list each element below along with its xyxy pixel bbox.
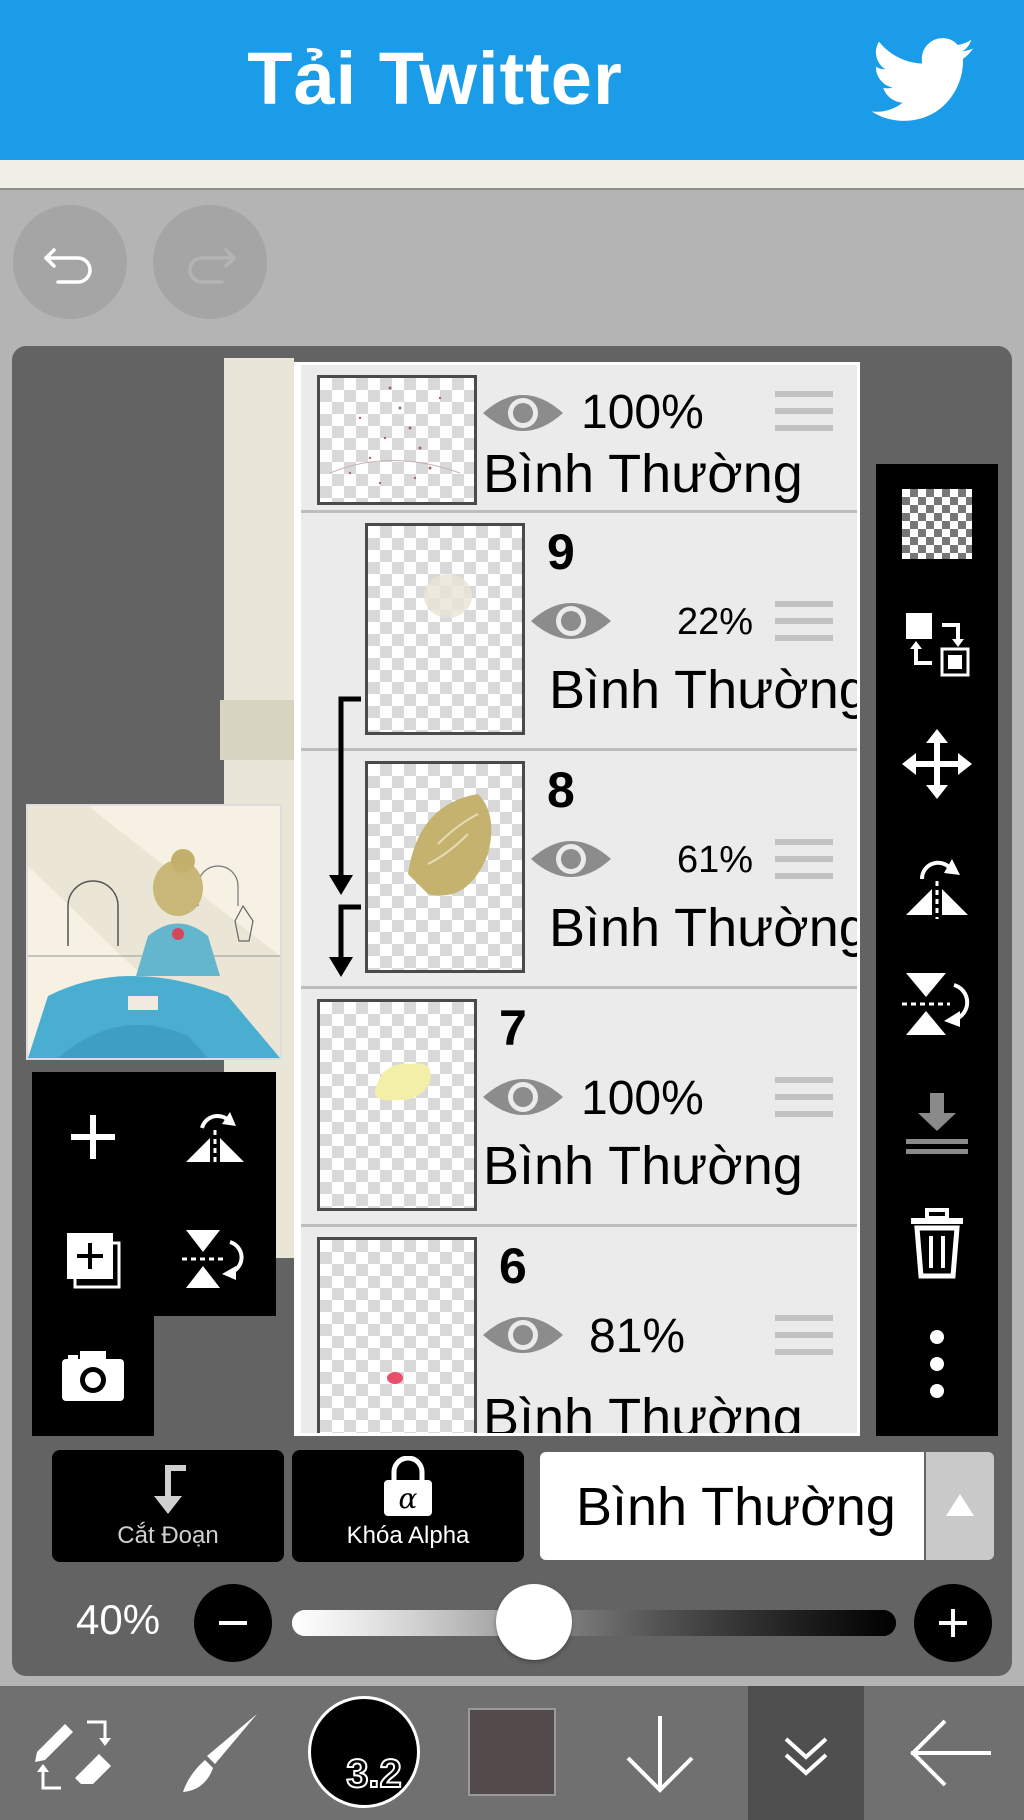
drag-handle-icon[interactable] bbox=[775, 391, 833, 435]
camera-icon[interactable] bbox=[48, 1330, 138, 1420]
layer-thumbnail[interactable] bbox=[317, 1237, 477, 1433]
collapse-panel-button[interactable] bbox=[748, 1686, 864, 1820]
transform-select-tool[interactable] bbox=[14, 1686, 134, 1820]
undo-icon bbox=[44, 248, 92, 284]
more-icon[interactable] bbox=[893, 1320, 981, 1408]
alpha-lock-button[interactable]: α Khóa Alpha bbox=[292, 1450, 524, 1562]
layer-row[interactable]: 100% Bình Thường bbox=[301, 365, 857, 513]
layer-opacity: 100% bbox=[581, 1072, 704, 1125]
layer-blend-mode: Bình Thường bbox=[549, 898, 860, 958]
opacity-decrease-button[interactable] bbox=[194, 1584, 272, 1662]
brush-size-value: 3.2 bbox=[345, 1751, 403, 1797]
clipping-arrow-icon bbox=[329, 696, 361, 977]
trash-icon[interactable] bbox=[893, 1200, 981, 1288]
double-chevron-down-icon bbox=[784, 1737, 828, 1776]
add-layer-icon[interactable] bbox=[48, 1092, 138, 1182]
canvas-peek-shadow bbox=[220, 700, 294, 760]
blend-mode-dropdown-button[interactable] bbox=[926, 1452, 994, 1560]
opacity-label: 40% bbox=[76, 1596, 161, 1643]
banner-title[interactable]: Tải Twitter bbox=[0, 36, 870, 121]
layer-row[interactable]: 8 61% Bình Thường bbox=[301, 751, 857, 989]
layer-blend-mode: Bình Thường bbox=[483, 444, 803, 504]
visibility-eye-icon[interactable] bbox=[481, 387, 565, 439]
alpha-lock-label: Khóa Alpha bbox=[346, 1522, 470, 1549]
layer-opacity: 22% bbox=[677, 601, 754, 643]
layer-number: 7 bbox=[499, 1000, 527, 1056]
layer-row[interactable]: 6 81% Bình Thường bbox=[301, 1227, 857, 1436]
layer-row[interactable]: 9 22% Bình Thường bbox=[301, 513, 857, 751]
layer-thumbnail[interactable] bbox=[365, 761, 525, 973]
color-swatch[interactable] bbox=[468, 1708, 556, 1796]
canvas-thumbnail[interactable] bbox=[26, 804, 282, 1060]
opacity-increase-button[interactable] bbox=[914, 1584, 992, 1662]
drag-handle-icon[interactable] bbox=[775, 1315, 833, 1359]
visibility-eye-icon[interactable] bbox=[529, 833, 613, 885]
arrow-left-icon bbox=[910, 1719, 991, 1787]
layer-row[interactable]: 7 100% Bình Thường bbox=[301, 989, 857, 1227]
duplicate-layer-icon[interactable] bbox=[48, 1214, 138, 1304]
flip-horizontal-icon[interactable] bbox=[893, 840, 981, 928]
layer-tools-left bbox=[32, 1072, 276, 1316]
move-icon[interactable] bbox=[893, 720, 981, 808]
layer-swap-icon[interactable] bbox=[893, 600, 981, 688]
back-button[interactable] bbox=[890, 1686, 1010, 1820]
opacity-slider-track[interactable] bbox=[292, 1610, 896, 1636]
twitter-bird-icon[interactable] bbox=[872, 36, 976, 126]
plus-icon bbox=[939, 1609, 967, 1637]
pen-eraser-swap-icon bbox=[35, 1720, 111, 1790]
flip-vertical-icon[interactable] bbox=[893, 960, 981, 1048]
transparency-icon[interactable] bbox=[893, 480, 981, 568]
flip-vertical-icon[interactable] bbox=[170, 1214, 260, 1304]
layer-number: 8 bbox=[547, 762, 575, 818]
svg-text:α: α bbox=[399, 1482, 418, 1515]
layer-tools-right bbox=[876, 464, 998, 1436]
artwork-preview bbox=[28, 806, 280, 1058]
visibility-eye-icon[interactable] bbox=[481, 1071, 565, 1123]
layer-number: 9 bbox=[547, 524, 575, 580]
brush-size-button[interactable]: 3.2 bbox=[308, 1696, 420, 1808]
clipping-button[interactable]: Cắt Đoạn bbox=[52, 1450, 284, 1562]
brush-tool[interactable] bbox=[160, 1686, 280, 1820]
redo-icon bbox=[188, 248, 236, 284]
layer-thumbnail[interactable] bbox=[317, 999, 477, 1211]
undo-button[interactable] bbox=[13, 205, 127, 319]
blend-mode-select[interactable]: Bình Thường bbox=[540, 1452, 924, 1560]
opacity-slider-thumb[interactable] bbox=[495, 1584, 572, 1660]
layer-opacity: 81% bbox=[589, 1310, 686, 1363]
layer-number: 6 bbox=[499, 1238, 527, 1294]
drag-handle-icon[interactable] bbox=[775, 601, 833, 645]
layer-thumbnail[interactable] bbox=[365, 523, 525, 735]
visibility-eye-icon[interactable] bbox=[481, 1309, 565, 1361]
drag-handle-icon[interactable] bbox=[775, 1077, 833, 1121]
blend-mode-value: Bình Thường bbox=[576, 1477, 896, 1537]
flip-horizontal-icon[interactable] bbox=[170, 1092, 260, 1182]
layer-opacity: 61% bbox=[677, 839, 754, 881]
layer-blend-mode: Bình Thường bbox=[483, 1388, 803, 1436]
layer-opacity: 100% bbox=[581, 386, 704, 439]
clip-arrow-icon bbox=[154, 1465, 186, 1514]
brush-icon bbox=[183, 1714, 257, 1792]
layer-blend-mode: Bình Thường bbox=[549, 660, 860, 720]
lock-icon: α bbox=[384, 1456, 432, 1516]
clipping-label: Cắt Đoạn bbox=[117, 1522, 219, 1549]
visibility-eye-icon[interactable] bbox=[529, 595, 613, 647]
arrow-down-icon bbox=[626, 1716, 694, 1793]
triangle-up-icon bbox=[946, 1494, 974, 1516]
minus-icon bbox=[219, 1621, 247, 1625]
merge-down-icon[interactable] bbox=[893, 1080, 981, 1168]
banner-divider bbox=[0, 160, 1024, 190]
drag-handle-icon[interactable] bbox=[775, 839, 833, 883]
layer-thumbnail[interactable] bbox=[317, 375, 477, 505]
layers-list[interactable]: 100% Bình Thường 9 22% Bình Thường 8 61%… bbox=[294, 362, 860, 1436]
layer-down-button[interactable] bbox=[600, 1686, 720, 1820]
layer-blend-mode: Bình Thường bbox=[483, 1136, 803, 1196]
layer-tools-left-bottom bbox=[32, 1316, 154, 1436]
redo-button[interactable] bbox=[153, 205, 267, 319]
